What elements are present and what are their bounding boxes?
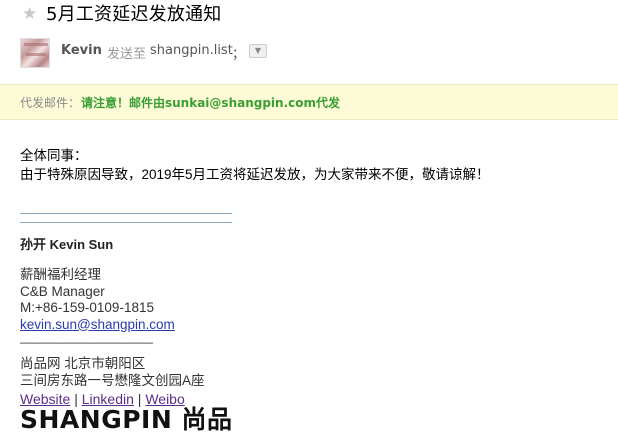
expand-recipients-button[interactable]: ▼ bbox=[249, 44, 267, 58]
email-subject: 5月工资延迟发放通知 bbox=[46, 4, 222, 25]
sender-row: Kevin 发送至 shangpin.list ； ▼ bbox=[0, 36, 618, 72]
signature-dash-line: ———————————— bbox=[20, 335, 153, 349]
signature-title-en: C&B Manager bbox=[20, 283, 105, 299]
signature-details: 薪酬福利经理 C&B Manager M:+86-159-0109-1815 k… bbox=[20, 267, 175, 333]
signature-mobile: M:+86-159-0109-1815 bbox=[20, 300, 154, 315]
signature-title-cn: 薪酬福利经理 bbox=[20, 267, 101, 282]
sender-name[interactable]: Kevin bbox=[61, 43, 102, 58]
signature-name: 孙开 Kevin Sun bbox=[20, 237, 114, 252]
address-line-1: 尚品网 北京市朝阳区 bbox=[20, 356, 146, 371]
message-text: 由于特殊原因导致，2019年5月工资将延迟发放，为大家带来不便，敬请谅解！ bbox=[20, 167, 490, 182]
proxy-label: 代发邮件： bbox=[20, 96, 81, 110]
proxy-notice-bar: 代发邮件： 请注意！邮件由sunkai@shangpin.com代发 bbox=[0, 84, 618, 120]
star-icon[interactable]: ★ bbox=[22, 3, 37, 25]
recipient-separator: ； bbox=[232, 47, 246, 62]
signature-email-link[interactable]: kevin.sun@shangpin.com bbox=[20, 317, 175, 332]
avatar[interactable] bbox=[20, 38, 50, 68]
recipient-name[interactable]: shangpin.list bbox=[150, 43, 233, 58]
signature-divider-bottom bbox=[20, 222, 232, 223]
chevron-down-icon: ▼ bbox=[254, 46, 262, 55]
signature-divider-top bbox=[20, 213, 232, 214]
greeting: 全体同事： bbox=[20, 148, 88, 163]
email-body: 全体同事： 由于特殊原因导致，2019年5月工资将延迟发放，为大家带来不便，敬请… bbox=[20, 146, 610, 184]
subject-row: ★ 5月工资延迟发放通知 bbox=[0, 0, 618, 32]
shangpin-logo: SHANGPIN 尚品 bbox=[20, 405, 233, 433]
address-line-2: 三间房东路一号懋隆文创园A座 bbox=[20, 373, 205, 388]
proxy-text: 请注意！邮件由sunkai@shangpin.com代发 bbox=[81, 96, 341, 110]
signature-address: 尚品网 北京市朝阳区 三间房东路一号懋隆文创园A座 bbox=[20, 355, 205, 389]
sent-to-label: 发送至 bbox=[107, 47, 147, 62]
